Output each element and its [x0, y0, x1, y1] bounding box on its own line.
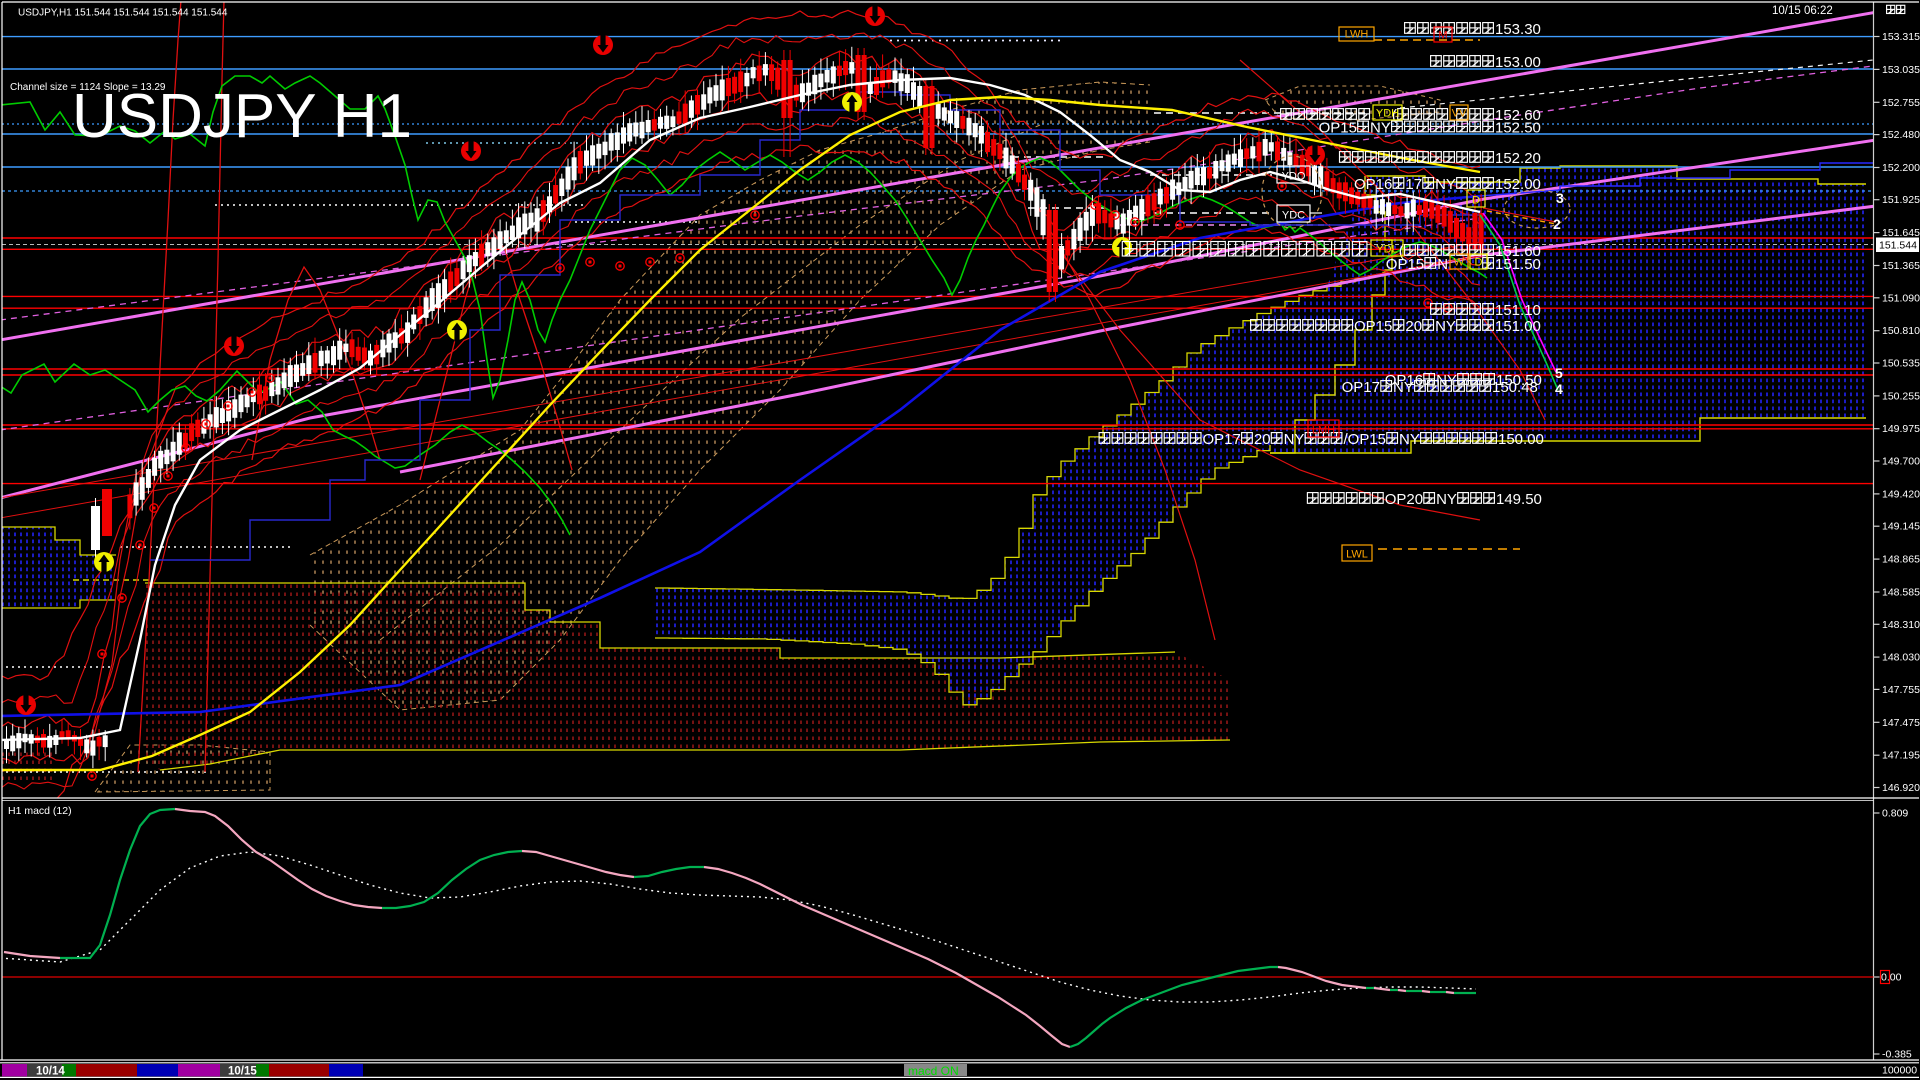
svg-text:152.480: 152.480 — [1882, 129, 1920, 141]
svg-text:150.535: 150.535 — [1882, 358, 1920, 370]
svg-text:150.00: 150.00 — [1498, 431, 1544, 448]
svg-text:10/15 06:22: 10/15 06:22 — [1772, 5, 1833, 17]
svg-text:10/15: 10/15 — [228, 1066, 257, 1078]
svg-text:146.920: 146.920 — [1882, 782, 1920, 794]
svg-text:100000: 100000 — [1882, 1065, 1917, 1077]
svg-text:152.50: 152.50 — [1495, 120, 1541, 137]
svg-text:5: 5 — [1555, 365, 1563, 381]
svg-text:153.00: 153.00 — [1495, 54, 1541, 71]
svg-text:OP20: OP20 — [1385, 491, 1423, 508]
svg-text:M: M — [1438, 30, 1447, 42]
svg-text:149.700: 149.700 — [1882, 456, 1920, 468]
svg-text:151.50: 151.50 — [1495, 256, 1541, 273]
svg-text:/OP15: /OP15 — [1344, 431, 1387, 448]
svg-text:D: D — [1475, 257, 1483, 269]
svg-text:YDL: YDL — [1376, 244, 1397, 256]
svg-text:3: 3 — [1556, 190, 1564, 206]
svg-text:147.195: 147.195 — [1882, 750, 1920, 762]
svg-text:OP16: OP16 — [1354, 176, 1392, 193]
svg-text:10/14: 10/14 — [36, 1066, 65, 1078]
svg-text:NY: NY — [1370, 120, 1391, 137]
svg-text:4: 4 — [1555, 381, 1563, 397]
svg-text:20: 20 — [1405, 318, 1422, 335]
svg-text:LWL: LWL — [1346, 549, 1368, 561]
svg-text:151.090: 151.090 — [1882, 292, 1920, 304]
svg-text:149.145: 149.145 — [1882, 521, 1920, 533]
svg-text:0.809: 0.809 — [1882, 808, 1908, 820]
svg-text:YDH: YDH — [1376, 108, 1399, 120]
svg-text:150.255: 150.255 — [1882, 390, 1920, 402]
svg-text:17: 17 — [1405, 176, 1422, 193]
svg-text:153.315: 153.315 — [1882, 31, 1920, 43]
svg-text:149.420: 149.420 — [1882, 488, 1920, 500]
svg-text:NY: NY — [1435, 318, 1456, 335]
svg-text:151.00: 151.00 — [1495, 318, 1541, 335]
svg-text:YDQ: YDQ — [1282, 171, 1306, 183]
svg-text:NY: NY — [1436, 491, 1457, 508]
svg-text:W: W — [1454, 257, 1465, 269]
svg-text:153.035: 153.035 — [1882, 64, 1920, 76]
svg-text:148.030: 148.030 — [1882, 652, 1920, 664]
svg-text:151.10: 151.10 — [1495, 302, 1541, 319]
svg-text:150.810: 150.810 — [1882, 325, 1920, 337]
svg-text:148.310: 148.310 — [1882, 619, 1920, 631]
svg-text:NY: NY — [1399, 431, 1420, 448]
svg-text:0.00: 0.00 — [1881, 972, 1902, 984]
svg-text:151.925: 151.925 — [1882, 194, 1920, 206]
svg-text:151.544: 151.544 — [1879, 240, 1917, 252]
svg-text:USDJPY H1: USDJPY H1 — [72, 82, 412, 151]
svg-text:2: 2 — [1553, 216, 1561, 232]
svg-text:OP15: OP15 — [1319, 120, 1357, 137]
svg-text:D: D — [1472, 195, 1480, 207]
svg-text:152.00: 152.00 — [1495, 176, 1541, 193]
svg-text:20: 20 — [1254, 431, 1271, 448]
svg-text:147.475: 147.475 — [1882, 717, 1920, 729]
svg-text:OP17: OP17 — [1203, 431, 1241, 448]
svg-text:LMH: LMH — [1312, 425, 1335, 437]
svg-text:150.48: 150.48 — [1492, 379, 1538, 396]
svg-text:USDJPY,H1 151.544 151.544 151: USDJPY,H1 151.544 151.544 151.544 151.54… — [18, 8, 228, 19]
svg-text:-0.385: -0.385 — [1882, 1049, 1912, 1061]
svg-text:152.20: 152.20 — [1495, 150, 1541, 167]
svg-text:OP17: OP17 — [1342, 379, 1380, 396]
svg-text:148.585: 148.585 — [1882, 587, 1920, 599]
svg-text:NY: NY — [1435, 176, 1456, 193]
svg-text:152.200: 152.200 — [1882, 162, 1920, 174]
svg-text:151.645: 151.645 — [1882, 227, 1920, 239]
svg-text:N: N — [1437, 256, 1448, 273]
svg-text:NY: NY — [1284, 431, 1305, 448]
svg-text:H1 macd (12): H1 macd (12) — [8, 805, 72, 817]
svg-text:147.755: 147.755 — [1882, 684, 1920, 696]
svg-text:NY: NY — [1393, 379, 1414, 396]
svg-text:OP15: OP15 — [1386, 256, 1424, 273]
svg-text:YDC: YDC — [1282, 210, 1305, 222]
svg-text:149.975: 149.975 — [1882, 423, 1920, 435]
svg-text:153.30: 153.30 — [1495, 21, 1541, 38]
svg-text:macd ON: macd ON — [908, 1064, 959, 1078]
svg-text:OP15: OP15 — [1354, 318, 1392, 335]
svg-text:152.755: 152.755 — [1882, 97, 1920, 109]
svg-text:148.865: 148.865 — [1882, 554, 1920, 566]
svg-text:149.50: 149.50 — [1496, 491, 1542, 508]
svg-text:VV: VV — [1452, 108, 1467, 120]
svg-text:LWH: LWH — [1345, 29, 1369, 41]
svg-text:151.365: 151.365 — [1882, 260, 1920, 272]
